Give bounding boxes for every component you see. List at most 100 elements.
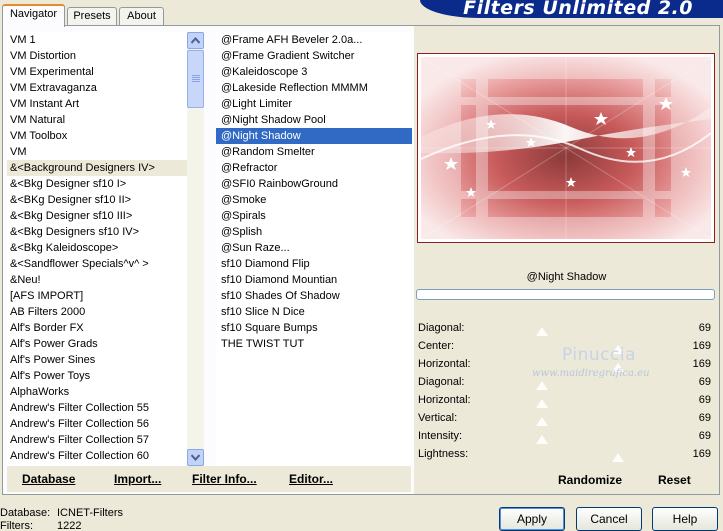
status-database-label: Database: [0,507,51,519]
category-item[interactable]: &<BKg Designer sf10 II> [7,192,187,208]
category-item[interactable]: &<Bkg Designer sf10 I> [7,176,187,192]
scroll-down-button[interactable] [187,449,204,466]
filter-item[interactable]: @Light Limiter [216,96,412,112]
tab-navigator[interactable]: Navigator [2,4,65,27]
category-item[interactable]: VM Extravaganza [7,80,187,96]
slider-thumb[interactable] [612,453,624,462]
filter-item[interactable]: @SFI0 RainbowGround [216,176,412,192]
parameter-label: Diagonal: [418,322,465,334]
parameter-label: Diagonal: [418,376,465,388]
filter-item[interactable]: sf10 Diamond Mountian [216,272,412,288]
navigator-panel: VM 1 VM Distortion VM Experimental VM Extra… [2,25,720,495]
filter-item[interactable]: sf10 Square Bumps [216,320,412,336]
category-item[interactable]: AlphaWorks [7,384,187,400]
parameter-value: 69 [698,394,711,406]
slider-thumb[interactable] [536,435,548,444]
category-item[interactable]: Andrew's Filter Collection 60 [7,448,187,464]
category-item[interactable]: VM 1 [7,32,187,48]
apply-button[interactable]: Apply [499,507,565,531]
reset-button[interactable]: Reset [658,473,691,487]
preview-image [417,53,715,243]
category-item[interactable]: VM Instant Art [7,96,187,112]
parameter-row: Lightness: 169 [414,446,719,464]
category-item[interactable]: &<Bkg Designers sf10 IV> [7,224,187,240]
category-item[interactable]: Andrew's Filter Collection 56 [7,416,187,432]
filter-item[interactable]: @Refractor [216,160,412,176]
filter-item[interactable]: sf10 Slice N Dice [216,304,412,320]
parameter-row: Horizontal: 69 [414,392,719,410]
filter-item[interactable]: @Random Smelter [216,144,412,160]
title-banner: Filters Unlimited 2.0 [420,0,723,18]
category-item[interactable]: Alf's Border FX [7,320,187,336]
scroll-thumb[interactable] [187,50,204,108]
help-button[interactable]: Help [652,507,718,531]
tab-about[interactable]: About [119,7,164,26]
parameter-label: Lightness: [418,448,469,460]
category-item[interactable]: VM Toolbox [7,128,187,144]
category-item[interactable]: VM Experimental [7,64,187,80]
slider-thumb[interactable] [536,399,548,408]
list-buttons-bar: Database Import... Filter Info... Editor… [7,466,411,492]
category-item[interactable]: VM Natural [7,112,187,128]
editor-button[interactable]: Editor... [289,472,333,486]
watermark-name: Pinuccia [562,345,636,365]
chevron-down-icon [191,454,200,461]
status-filters-value: 1222 [57,520,82,531]
current-filter-name: @Night Shadow [526,271,607,283]
category-item[interactable]: Andrew's Filter Collection 55 [7,400,187,416]
import-button[interactable]: Import... [114,472,161,486]
category-item[interactable]: Alf's Power Grads [7,336,187,352]
randomize-button[interactable]: Randomize [558,473,622,487]
slider-thumb[interactable] [536,417,548,426]
chevron-up-icon [191,37,200,44]
filter-item[interactable]: @Night Shadow Pool [216,112,412,128]
parameter-label: Horizontal: [418,394,471,406]
parameter-label: Center: [418,340,455,352]
filter-item[interactable]: @Frame Gradient Switcher [216,48,412,64]
category-list[interactable]: VM 1 VM Distortion VM Experimental VM Extra… [7,32,187,466]
category-item[interactable]: Alf's Power Sines [7,352,187,368]
filter-item[interactable]: @Frame AFH Beveler 2.0a... [216,32,412,48]
app-title: Filters Unlimited 2.0 [463,0,693,18]
filter-list[interactable]: @Frame AFH Beveler 2.0a... @Frame Gradien… [216,32,412,466]
category-item[interactable]: &<Background Designers IV> [7,160,187,176]
parameter-value: 169 [692,448,711,460]
preview-buttons-bar: Randomize Reset [414,466,719,494]
filter-item[interactable]: sf10 Diamond Flip [216,256,412,272]
category-item[interactable]: VM [7,144,187,160]
filter-item[interactable]: @Smoke [216,192,412,208]
preview-panel: @Night Shadow Diagonal: 69 Center: 169 Horiz… [414,26,719,494]
filter-info-button[interactable]: Filter Info... [192,472,257,486]
filter-item[interactable]: @Splish [216,224,412,240]
category-item[interactable]: Alf's Power Toys [7,368,187,384]
slider-thumb[interactable] [536,381,548,390]
parameter-value: 69 [698,412,711,424]
scroll-up-button[interactable] [187,32,204,49]
filter-item[interactable]: THE TWIST TUT [216,336,412,352]
filter-item[interactable]: @Night Shadow [216,128,412,144]
parameter-row: Intensity: 69 [414,428,719,446]
filter-item[interactable]: sf10 Shades Of Shadow [216,288,412,304]
category-item[interactable]: &<Bkg Kaleidoscope> [7,240,187,256]
category-item[interactable]: AB Filters 2000 [7,304,187,320]
parameter-value: 69 [698,322,711,334]
category-item[interactable]: &<Sandflower Specials^v^ > [7,256,187,272]
cancel-button[interactable]: Cancel [576,507,642,531]
tab-presets[interactable]: Presets [67,7,117,26]
category-item[interactable]: Andrew's Filter Collection 57 [7,432,187,448]
category-item[interactable]: VM Distortion [7,48,187,64]
filter-item[interactable]: @Kaleidoscope 3 [216,64,412,80]
category-item[interactable]: &<Bkg Designer sf10 III> [7,208,187,224]
parameter-sliders: Diagonal: 69 Center: 169 Horizontal: 169 Diago… [414,320,719,464]
parameter-value: 169 [692,340,711,352]
category-item[interactable]: &Neu! [7,272,187,288]
filter-item[interactable]: @Spirals [216,208,412,224]
category-item[interactable]: [AFS IMPORT] [7,288,187,304]
category-scrollbar[interactable] [187,32,204,466]
slider-thumb[interactable] [536,327,548,336]
filter-item[interactable]: @Lakeside Reflection MMMM [216,80,412,96]
filter-item[interactable]: @Sun Raze... [216,240,412,256]
parameter-value: 169 [692,358,711,370]
status-filters-label: Filters: [0,520,33,531]
database-button[interactable]: Database [22,472,75,486]
